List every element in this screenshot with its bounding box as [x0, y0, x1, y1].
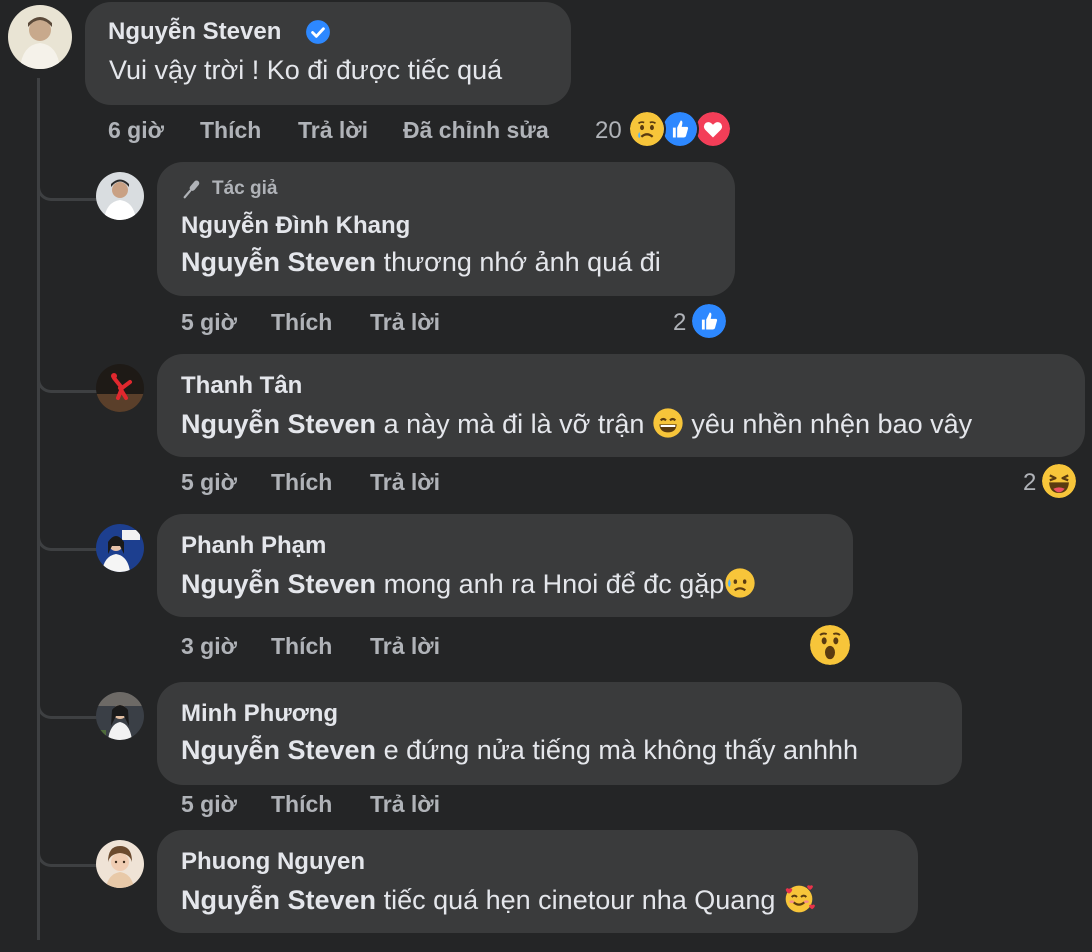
comment-author[interactable]: Minh Phương	[181, 700, 338, 728]
edited-label: Đã chỉnh sửa	[403, 117, 549, 143]
grinning-face-icon	[652, 407, 684, 439]
comment-text: Nguyễn Steven a này mà đi là vỡ trận yêu…	[181, 407, 973, 439]
comment-time[interactable]: 5 giờ	[181, 309, 237, 336]
comment-text: Nguyễn Steven tiếc quá hẹn cinetour nha …	[181, 883, 815, 916]
comment-time[interactable]: 3 giờ	[181, 633, 237, 660]
mention-link[interactable]: Nguyễn Steven	[181, 735, 376, 765]
thread-branch	[37, 694, 98, 719]
thread-branch	[37, 842, 98, 867]
smiling-hearts-face-icon	[783, 883, 815, 915]
comment-author[interactable]: Nguyễn Steven	[108, 18, 281, 46]
like-button[interactable]: Thích	[271, 309, 332, 336]
comment-time[interactable]: 6 giờ	[108, 117, 164, 144]
avatar[interactable]	[96, 692, 144, 740]
reply-button[interactable]: Trả lời	[370, 633, 440, 660]
mention-link[interactable]: Nguyễn Steven	[181, 885, 376, 915]
comment-bubble: Tác giả Nguyễn Đình Khang Nguyễn Steven …	[157, 162, 735, 296]
sad-sweat-face-icon	[724, 567, 756, 599]
thread-branch	[37, 526, 98, 551]
like-button[interactable]: Thích	[200, 117, 261, 144]
thread-branch	[37, 176, 98, 201]
avatar[interactable]	[96, 364, 144, 412]
avatar[interactable]	[96, 840, 144, 888]
comment-bubble: Phanh Phạm Nguyễn Steven mong anh ra Hno…	[157, 514, 853, 617]
comment-author[interactable]: Phanh Phạm	[181, 532, 326, 560]
thread-line	[37, 78, 40, 940]
reaction-count[interactable]: 2	[673, 309, 686, 337]
comment-text: Nguyễn Steven mong anh ra Hnoi để đc gặp	[181, 567, 756, 600]
reply-button[interactable]: Trả lời	[370, 791, 440, 818]
reaction-count[interactable]: 20	[595, 117, 622, 145]
love-icon	[694, 110, 732, 148]
verified-badge-icon	[305, 19, 331, 45]
like-button[interactable]: Thích	[271, 791, 332, 818]
comment-bubble: Phuong Nguyen Nguyễn Steven tiếc quá hẹn…	[157, 830, 918, 933]
sad-crying-icon	[628, 110, 666, 148]
mention-link[interactable]: Nguyễn Steven	[181, 247, 376, 277]
avatar[interactable]	[96, 172, 144, 220]
comment-author[interactable]: Phuong Nguyen	[181, 848, 365, 876]
comment-bubble: Nguyễn Steven Vui vậy trời ! Ko đi được …	[85, 2, 571, 105]
comment-text: Vui vậy trời ! Ko đi được tiếc quá	[109, 55, 503, 85]
comment-author[interactable]: Thanh Tân	[181, 372, 302, 400]
comment-bubble: Thanh Tân Nguyễn Steven a này mà đi là v…	[157, 354, 1085, 457]
comment-text: Nguyễn Steven thương nhớ ảnh quá đi	[181, 247, 661, 277]
author-badge: Tác giả	[212, 178, 278, 199]
thread-branch	[37, 368, 98, 393]
haha-icon	[1040, 462, 1078, 500]
like-button[interactable]: Thích	[271, 469, 332, 496]
reaction-count[interactable]: 2	[1023, 469, 1036, 497]
comment-bubble: Minh Phương Nguyễn Steven e đứng nửa tiế…	[157, 682, 962, 785]
reply-button[interactable]: Trả lời	[370, 309, 440, 336]
comment-time[interactable]: 5 giờ	[181, 791, 237, 818]
avatar[interactable]	[8, 5, 72, 69]
avatar[interactable]	[96, 524, 144, 572]
reply-button[interactable]: Trả lời	[370, 469, 440, 496]
like-button[interactable]: Thích	[271, 633, 332, 660]
wow-icon[interactable]	[810, 625, 850, 665]
author-badge-icon	[181, 178, 203, 200]
mention-link[interactable]: Nguyễn Steven	[181, 569, 376, 599]
like-icon	[690, 302, 728, 340]
mention-link[interactable]: Nguyễn Steven	[181, 409, 376, 439]
comment-text: Nguyễn Steven e đứng nửa tiếng mà không …	[181, 735, 859, 765]
like-icon	[661, 110, 699, 148]
comment-author[interactable]: Nguyễn Đình Khang	[181, 212, 410, 240]
comment-time[interactable]: 5 giờ	[181, 469, 237, 496]
reply-button[interactable]: Trả lời	[298, 117, 368, 144]
